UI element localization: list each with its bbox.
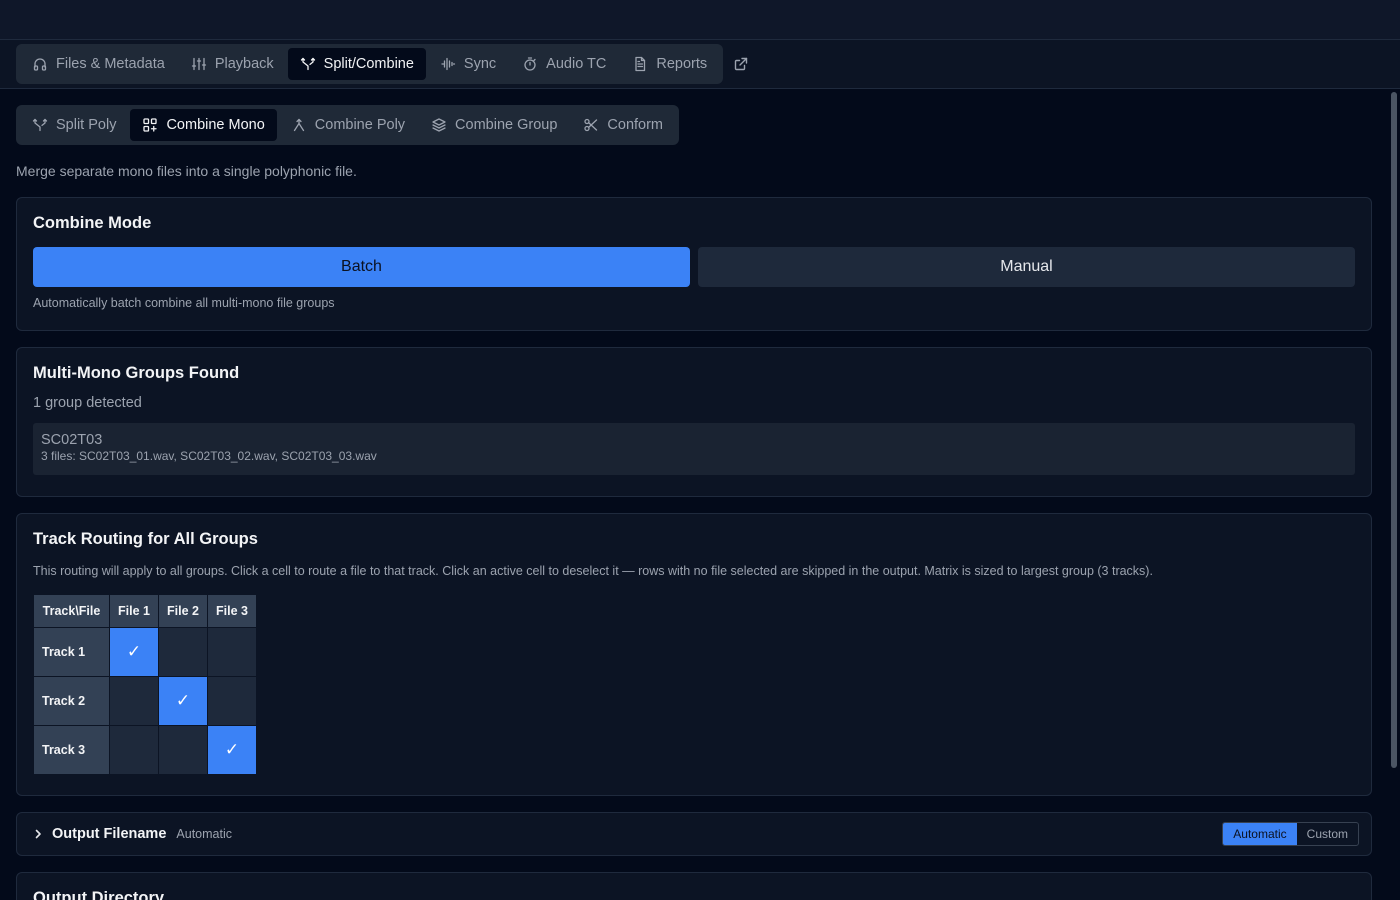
tab-files-metadata[interactable]: Files & Metadata <box>20 48 177 80</box>
scrollbar-thumb[interactable] <box>1391 92 1397 768</box>
tab-label: Split/Combine <box>323 56 414 72</box>
checkmark-icon: ✓ <box>224 740 240 759</box>
routing-cell[interactable]: ✓ <box>158 676 208 726</box>
routing-cell[interactable] <box>158 725 208 775</box>
batch-button[interactable]: Batch <box>33 247 690 287</box>
grid-icon <box>142 117 158 133</box>
multi-mono-groups-card: Multi-Mono Groups Found 1 group detected… <box>16 347 1372 497</box>
matrix-corner-header: Track\File <box>33 594 110 628</box>
merge-icon <box>291 117 307 133</box>
main-content: Split Poly Combine Mono Combine Poly Combin… <box>0 89 1388 900</box>
timer-icon <box>522 56 538 72</box>
subtab-combine-mono[interactable]: Combine Mono <box>130 109 277 141</box>
tab-split-combine[interactable]: Split/Combine <box>287 48 426 80</box>
sliders-icon <box>191 56 207 72</box>
routing-cell[interactable] <box>207 676 257 726</box>
tab-label: Reports <box>656 56 708 72</box>
tab-label: Sync <box>463 56 497 72</box>
tab-label: Playback <box>214 56 274 72</box>
document-icon <box>632 56 648 72</box>
group-files: 3 files: SC02T03_01.wav, SC02T03_02.wav,… <box>41 449 377 463</box>
automatic-option[interactable]: Automatic <box>1223 823 1297 845</box>
output-filename-card[interactable]: Output Filename Automatic Automatic Cust… <box>16 812 1372 856</box>
scissors-icon <box>583 117 599 133</box>
tab-playback[interactable]: Playback <box>179 48 286 80</box>
combine-mode-card: Combine Mode Batch Manual Automatically … <box>16 197 1372 331</box>
matrix-row: Track 1 ✓ <box>33 627 257 677</box>
vertical-scrollbar[interactable] <box>1388 89 1400 900</box>
tab-reports[interactable]: Reports <box>620 48 719 80</box>
routing-cell[interactable] <box>207 627 257 677</box>
track-routing-card: Track Routing for All Groups This routin… <box>16 513 1372 796</box>
routing-title: Track Routing for All Groups <box>33 530 258 548</box>
subtab-label: Conform <box>607 117 664 133</box>
headphones-icon <box>32 56 48 72</box>
checkmark-icon: ✓ <box>175 691 191 710</box>
combine-mode-buttons: Batch Manual <box>33 247 1355 287</box>
matrix-row-header: Track 3 <box>33 725 110 775</box>
page-description: Merge separate mono files into a single … <box>16 163 357 179</box>
output-directory-title: Output Directory <box>33 889 165 900</box>
routing-cell[interactable] <box>109 725 159 775</box>
filename-mode-toggle: Automatic Custom <box>1222 822 1359 846</box>
subtab-combine-poly[interactable]: Combine Poly <box>279 109 417 141</box>
main-navigation: Files & Metadata Playback Split/Combine Syn… <box>0 40 1400 89</box>
tab-label: Audio TC <box>546 56 607 72</box>
routing-cell[interactable] <box>158 627 208 677</box>
split-icon <box>300 56 316 72</box>
subtab-label: Split Poly <box>56 117 117 133</box>
routing-matrix: Track\File File 1 File 2 File 3 Track 1 ✓ Tr… <box>33 594 257 775</box>
group-item: SC02T03 3 files: SC02T03_01.wav, SC02T03… <box>33 423 1355 475</box>
groups-count: 1 group detected <box>33 395 142 411</box>
custom-option[interactable]: Custom <box>1297 823 1358 845</box>
tab-label: Files & Metadata <box>56 56 165 72</box>
subtab-conform[interactable]: Conform <box>571 109 675 141</box>
subtab-label: Combine Poly <box>314 117 406 133</box>
routing-cell[interactable] <box>109 676 159 726</box>
matrix-column-header: File 3 <box>207 594 257 628</box>
groups-title: Multi-Mono Groups Found <box>33 364 240 382</box>
routing-description: This routing will apply to all groups. C… <box>33 564 1153 578</box>
routing-cell[interactable]: ✓ <box>207 725 257 775</box>
output-filename-title: Output Filename <box>52 826 167 842</box>
sub-tab-group: Split Poly Combine Mono Combine Poly Combin… <box>16 105 680 145</box>
tab-sync[interactable]: Sync <box>428 48 508 80</box>
subtab-split-poly[interactable]: Split Poly <box>20 109 128 141</box>
output-filename-mode: Automatic <box>176 827 232 841</box>
chevron-right-icon[interactable] <box>33 829 43 839</box>
title-bar <box>0 0 1400 40</box>
matrix-row-header: Track 2 <box>33 676 110 726</box>
tab-audio-tc[interactable]: Audio TC <box>510 48 618 80</box>
matrix-column-header: File 1 <box>109 594 159 628</box>
split-icon <box>32 117 48 133</box>
group-name: SC02T03 <box>41 432 103 448</box>
subtab-label: Combine Group <box>455 117 558 133</box>
external-link-icon[interactable] <box>733 56 749 72</box>
combine-mode-hint: Automatically batch combine all multi-mo… <box>33 296 335 310</box>
output-directory-card: Output Directory <box>16 872 1372 900</box>
waveform-icon <box>440 56 456 72</box>
subtab-label: Combine Mono <box>166 117 265 133</box>
combine-mode-title: Combine Mode <box>33 214 152 232</box>
checkmark-icon: ✓ <box>126 642 142 661</box>
main-tab-group: Files & Metadata Playback Split/Combine Syn… <box>16 44 724 84</box>
matrix-row: Track 2 ✓ <box>33 676 257 726</box>
layers-icon <box>431 117 447 133</box>
matrix-column-header: File 2 <box>158 594 208 628</box>
matrix-row-header: Track 1 <box>33 627 110 677</box>
subtab-combine-group[interactable]: Combine Group <box>419 109 569 141</box>
matrix-row: Track 3 ✓ <box>33 725 257 775</box>
manual-button[interactable]: Manual <box>698 247 1355 287</box>
routing-cell[interactable]: ✓ <box>109 627 159 677</box>
